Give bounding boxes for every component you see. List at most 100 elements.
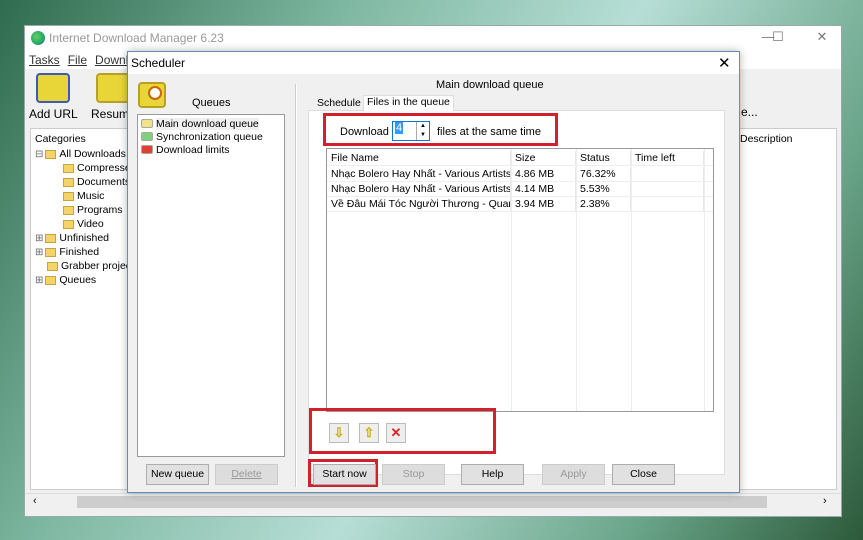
category-item[interactable]: ⊞ Unfinished (35, 231, 137, 245)
table-header[interactable]: File Name Size Status Time left (327, 151, 713, 166)
queue-list[interactable]: Main download queue Synchronization queue… (137, 114, 285, 457)
idm-logo-icon (31, 31, 45, 45)
toolbar-button-partial[interactable]: e... (741, 105, 758, 119)
delete-x-icon: ✕ (390, 425, 402, 440)
concurrent-downloads-stepper[interactable]: 4 ▲ ▼ (392, 121, 430, 141)
arrow-up-icon: ⇧ (363, 425, 375, 440)
add-url-icon (36, 73, 71, 103)
delete-queue-button[interactable]: Delete (215, 464, 278, 485)
category-item[interactable]: Video (35, 217, 137, 231)
category-item[interactable]: Programs (35, 203, 137, 217)
description-column-header[interactable]: Description (740, 133, 793, 145)
folder-icon (63, 205, 74, 215)
move-down-button[interactable]: ⇩ (329, 423, 349, 443)
files-in-queue-panel: Download 4 ▲ ▼ files at the same time Fil… (308, 110, 725, 475)
scrollbar-thumb[interactable] (77, 496, 767, 508)
concurrent-value[interactable]: 4 (395, 122, 404, 134)
spin-up-icon[interactable]: ▲ (417, 122, 429, 131)
folder-icon (63, 163, 74, 173)
column-divider (576, 149, 577, 411)
window-title: Internet Download Manager 6.23 (49, 31, 224, 45)
table-row[interactable]: Về Đâu Mái Tóc Người Thương - Quan... 3.9… (327, 197, 713, 212)
table-cell: Nhạc Bolero Hay Nhất - Various Artists .… (327, 182, 511, 196)
column-header[interactable]: Time left (631, 151, 704, 165)
table-row[interactable]: Nhạc Bolero Hay Nhất - Various Artists .… (327, 167, 713, 182)
file-list: Description (731, 128, 837, 490)
start-now-button[interactable]: Start now (313, 464, 376, 485)
categories-panel: Categories ⊟ All Downloads Compressed Docum… (30, 128, 142, 490)
column-header[interactable]: Size (511, 151, 576, 165)
folder-icon (47, 261, 58, 271)
tree-expander-icon[interactable]: ⊞ (35, 233, 43, 244)
menu-file[interactable]: File (68, 53, 87, 67)
move-up-button[interactable]: ⇧ (359, 423, 379, 443)
queues-label: Queues (192, 97, 231, 109)
tree-expander-icon[interactable]: ⊟ (35, 149, 43, 160)
queue-item[interactable]: Synchronization queue (141, 130, 281, 143)
scheduler-dialog: Scheduler ✕ Queues Main download queue Sy… (127, 51, 740, 493)
dialog-title: Scheduler (131, 56, 186, 70)
tab-schedule[interactable]: Schedule (314, 97, 364, 111)
queue-label: Synchronization queue (156, 130, 263, 143)
spin-down-icon[interactable]: ▼ (417, 131, 429, 140)
category-item[interactable]: ⊞ Queues (35, 273, 137, 287)
help-button[interactable]: Help (461, 464, 524, 485)
queue-label: Download limits (156, 143, 230, 156)
download-label: Download (340, 126, 389, 138)
folder-icon (45, 233, 57, 243)
category-label: Unfinished (59, 232, 110, 244)
menu-tasks[interactable]: Tasks (29, 53, 60, 67)
close-button[interactable]: Close (612, 464, 675, 485)
category-item[interactable]: Compressed (35, 161, 137, 175)
horizontal-scrollbar[interactable]: ‹ › (25, 493, 841, 509)
queue-item[interactable]: Download limits (141, 143, 281, 156)
category-label: Video (77, 218, 104, 230)
remove-from-queue-button[interactable]: ✕ (386, 423, 406, 443)
category-item[interactable]: ⊞ Finished (35, 245, 137, 259)
apply-button[interactable]: Apply (542, 464, 605, 485)
categories-label: Categories (35, 133, 86, 145)
table-cell (631, 167, 704, 181)
tree-expander-icon[interactable]: ⊞ (35, 247, 43, 258)
category-label: All Downloads (59, 148, 126, 160)
folder-icon (45, 149, 57, 159)
close-window-button[interactable]: ✕ (812, 29, 832, 47)
table-row[interactable]: Nhạc Bolero Hay Nhất - Various Artists .… (327, 182, 713, 197)
category-item[interactable]: ⊟ All Downloads (35, 147, 137, 161)
add-url-button[interactable]: Add URL (29, 73, 78, 121)
queue-title: Main download queue (436, 79, 544, 91)
dialog-close-icon[interactable]: ✕ (718, 54, 731, 72)
scheduler-clock-icon (138, 82, 166, 108)
new-queue-button[interactable]: New queue (146, 464, 209, 485)
queue-icon (141, 119, 153, 128)
table-cell: 4.14 MB (511, 182, 576, 196)
folder-icon (45, 247, 57, 257)
table-cell (631, 182, 704, 196)
tab-files-in-queue[interactable]: Files in the queue (363, 95, 454, 111)
column-header[interactable]: Status (576, 151, 631, 165)
table-cell: 5.53% (576, 182, 631, 196)
column-header[interactable]: File Name (327, 151, 511, 165)
category-item[interactable]: Grabber project (35, 259, 137, 273)
category-label: Music (77, 190, 105, 202)
spin-buttons[interactable]: ▲ ▼ (416, 122, 429, 140)
maximize-button[interactable]: ☐ (768, 29, 788, 47)
dialog-title-bar: Scheduler (128, 52, 739, 74)
category-item[interactable]: Documents (35, 175, 137, 189)
folder-icon (63, 191, 74, 201)
scroll-left-icon[interactable]: ‹ (33, 495, 37, 507)
queue-files-table: File Name Size Status Time left Nhạc Bolero … (326, 148, 714, 412)
folder-icon (45, 275, 57, 285)
table-cell: 2.38% (576, 197, 631, 211)
table-cell: 3.94 MB (511, 197, 576, 211)
stop-button[interactable]: Stop (382, 464, 445, 485)
queue-icon (141, 145, 153, 154)
idm-title-bar: Internet Download Manager 6.23 (25, 26, 841, 51)
folder-icon (63, 219, 74, 229)
queue-icon (141, 132, 153, 141)
category-label: Documents (77, 176, 131, 188)
queue-item[interactable]: Main download queue (141, 117, 281, 130)
tree-expander-icon[interactable]: ⊞ (35, 275, 43, 286)
category-item[interactable]: Music (35, 189, 137, 203)
scroll-right-icon[interactable]: › (823, 495, 827, 507)
